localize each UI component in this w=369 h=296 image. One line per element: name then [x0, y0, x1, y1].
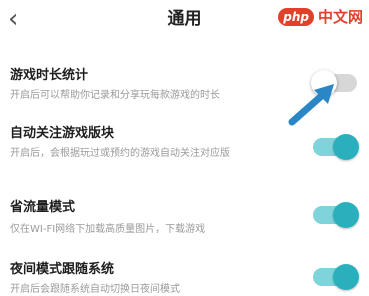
data-saver-toggle[interactable]: [313, 202, 359, 228]
setting-description: 开启后，会根据玩过或预约的游戏自动关注对应版: [10, 148, 230, 159]
watermark: php 中文网: [278, 6, 363, 27]
watermark-text: 中文网: [317, 8, 363, 26]
setting-title: 夜间模式跟随系统: [10, 262, 115, 277]
setting-title: 省流量模式: [10, 200, 76, 215]
setting-description: 开启后会跟随系统自动切换日夜间模式: [10, 284, 180, 295]
setting-row-data-saver: 省流量模式 仅在WI-FI网络下加载高质量图片，下载游戏: [0, 192, 369, 242]
setting-description: 开启后可以帮助你记录和分享玩每款游戏的时长: [10, 90, 220, 101]
toggle-knob: [311, 70, 337, 96]
setting-title: 自动关注游戏版块: [10, 126, 115, 141]
toggle-knob: [333, 264, 359, 290]
watermark-logo: php: [278, 7, 314, 26]
night-mode-toggle[interactable]: [313, 264, 359, 290]
toggle-knob: [333, 134, 359, 160]
toggle-knob: [333, 202, 359, 228]
header: ‹ 通用 php 中文网: [0, 0, 369, 40]
setting-description: 仅在WI-FI网络下加载高质量图片，下载游戏: [10, 224, 206, 235]
setting-title: 游戏时长统计: [10, 68, 89, 83]
auto-follow-toggle[interactable]: [313, 134, 359, 160]
setting-row-night-mode: 夜间模式跟随系统 开启后会跟随系统自动切换日夜间模式: [0, 256, 369, 296]
playtime-toggle[interactable]: [311, 70, 357, 96]
setting-row-auto-follow: 自动关注游戏版块 开启后，会根据玩过或预约的游戏自动关注对应版: [0, 118, 369, 168]
setting-row-playtime: 游戏时长统计 开启后可以帮助你记录和分享玩每款游戏的时长: [0, 58, 369, 108]
